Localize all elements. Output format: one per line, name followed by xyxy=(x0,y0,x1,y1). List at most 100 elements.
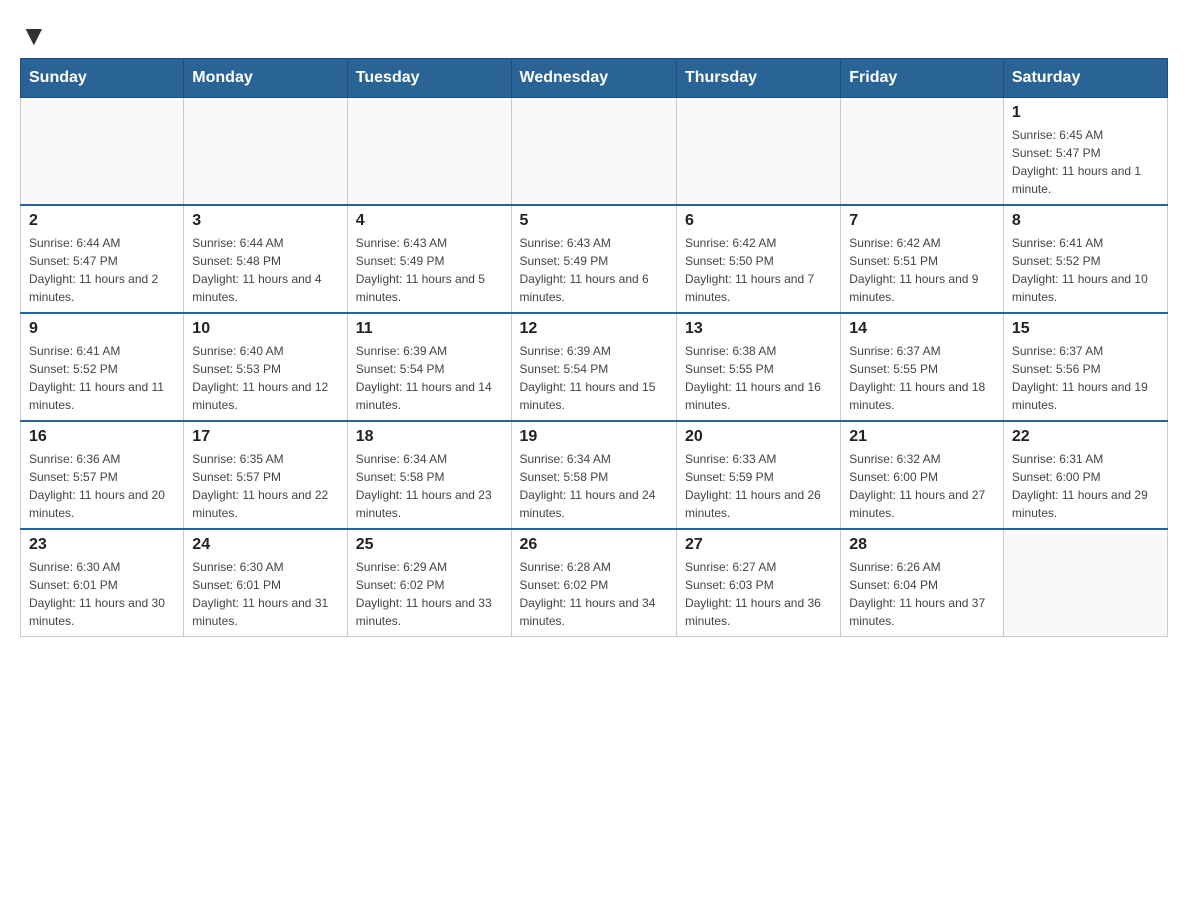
day-info: Sunrise: 6:39 AMSunset: 5:54 PMDaylight:… xyxy=(356,342,503,414)
calendar-cell xyxy=(1003,529,1167,637)
day-number: 14 xyxy=(849,320,995,338)
day-info: Sunrise: 6:37 AMSunset: 5:56 PMDaylight:… xyxy=(1012,342,1159,414)
day-info: Sunrise: 6:28 AMSunset: 6:02 PMDaylight:… xyxy=(520,558,668,630)
calendar-cell: 15 Sunrise: 6:37 AMSunset: 5:56 PMDayligh… xyxy=(1003,313,1167,421)
day-info: Sunrise: 6:36 AMSunset: 5:57 PMDaylight:… xyxy=(29,450,175,522)
calendar-cell: 20 Sunrise: 6:33 AMSunset: 5:59 PMDayligh… xyxy=(676,421,840,529)
calendar-cell: 26 Sunrise: 6:28 AMSunset: 6:02 PMDayligh… xyxy=(511,529,676,637)
day-number: 8 xyxy=(1012,212,1159,230)
calendar-header-row: SundayMondayTuesdayWednesdayThursdayFrid… xyxy=(21,59,1168,98)
day-number: 13 xyxy=(685,320,832,338)
calendar-cell: 3 Sunrise: 6:44 AMSunset: 5:48 PMDaylight… xyxy=(184,205,347,313)
calendar-cell: 7 Sunrise: 6:42 AMSunset: 5:51 PMDaylight… xyxy=(841,205,1004,313)
day-info: Sunrise: 6:41 AMSunset: 5:52 PMDaylight:… xyxy=(1012,234,1159,306)
weekday-header-friday: Friday xyxy=(841,59,1004,98)
day-number: 28 xyxy=(849,536,995,554)
day-info: Sunrise: 6:44 AMSunset: 5:48 PMDaylight:… xyxy=(192,234,338,306)
calendar-cell: 18Sunrise: 6:34 AMSunset: 5:58 PMDayligh… xyxy=(347,421,511,529)
day-info: Sunrise: 6:45 AMSunset: 5:47 PMDaylight:… xyxy=(1012,126,1159,198)
day-number: 24 xyxy=(192,536,338,554)
day-info: Sunrise: 6:27 AMSunset: 6:03 PMDaylight:… xyxy=(685,558,832,630)
weekday-header-wednesday: Wednesday xyxy=(511,59,676,98)
calendar-cell: 5 Sunrise: 6:43 AMSunset: 5:49 PMDaylight… xyxy=(511,205,676,313)
day-number: 6 xyxy=(685,212,832,230)
calendar-cell: 2 Sunrise: 6:44 AMSunset: 5:47 PMDaylight… xyxy=(21,205,184,313)
calendar-cell: 17Sunrise: 6:35 AMSunset: 5:57 PMDayligh… xyxy=(184,421,347,529)
day-info: Sunrise: 6:32 AMSunset: 6:00 PMDaylight:… xyxy=(849,450,995,522)
day-info: Sunrise: 6:43 AMSunset: 5:49 PMDaylight:… xyxy=(356,234,503,306)
weekday-header-monday: Monday xyxy=(184,59,347,98)
calendar-cell: 23 Sunrise: 6:30 AMSunset: 6:01 PMDayligh… xyxy=(21,529,184,637)
day-info: Sunrise: 6:43 AMSunset: 5:49 PMDaylight:… xyxy=(520,234,668,306)
calendar-week-4: 16 Sunrise: 6:36 AMSunset: 5:57 PMDayligh… xyxy=(21,421,1168,529)
calendar-cell xyxy=(347,98,511,206)
day-number: 26 xyxy=(520,536,668,554)
calendar-cell: 21 Sunrise: 6:32 AMSunset: 6:00 PMDayligh… xyxy=(841,421,1004,529)
weekday-header-thursday: Thursday xyxy=(676,59,840,98)
calendar-cell: 12Sunrise: 6:39 AMSunset: 5:54 PMDayligh… xyxy=(511,313,676,421)
day-info: Sunrise: 6:34 AMSunset: 5:58 PMDaylight:… xyxy=(520,450,668,522)
weekday-header-tuesday: Tuesday xyxy=(347,59,511,98)
day-info: Sunrise: 6:42 AMSunset: 5:51 PMDaylight:… xyxy=(849,234,995,306)
weekday-header-saturday: Saturday xyxy=(1003,59,1167,98)
calendar-cell: 22 Sunrise: 6:31 AMSunset: 6:00 PMDayligh… xyxy=(1003,421,1167,529)
calendar-cell: 6 Sunrise: 6:42 AMSunset: 5:50 PMDaylight… xyxy=(676,205,840,313)
day-info: Sunrise: 6:37 AMSunset: 5:55 PMDaylight:… xyxy=(849,342,995,414)
weekday-header-sunday: Sunday xyxy=(21,59,184,98)
calendar-cell: 25Sunrise: 6:29 AMSunset: 6:02 PMDayligh… xyxy=(347,529,511,637)
calendar-cell: 27 Sunrise: 6:27 AMSunset: 6:03 PMDayligh… xyxy=(676,529,840,637)
day-number: 23 xyxy=(29,536,175,554)
day-number: 2 xyxy=(29,212,175,230)
day-info: Sunrise: 6:26 AMSunset: 6:04 PMDaylight:… xyxy=(849,558,995,630)
calendar-cell: 16 Sunrise: 6:36 AMSunset: 5:57 PMDayligh… xyxy=(21,421,184,529)
day-info: Sunrise: 6:31 AMSunset: 6:00 PMDaylight:… xyxy=(1012,450,1159,522)
calendar-cell xyxy=(511,98,676,206)
page-header: ▼ xyxy=(20,20,1168,48)
day-info: Sunrise: 6:35 AMSunset: 5:57 PMDaylight:… xyxy=(192,450,338,522)
day-number: 11 xyxy=(356,320,503,338)
calendar-cell: 28 Sunrise: 6:26 AMSunset: 6:04 PMDayligh… xyxy=(841,529,1004,637)
day-info: Sunrise: 6:29 AMSunset: 6:02 PMDaylight:… xyxy=(356,558,503,630)
day-number: 3 xyxy=(192,212,338,230)
day-info: Sunrise: 6:33 AMSunset: 5:59 PMDaylight:… xyxy=(685,450,832,522)
calendar-cell: 8 Sunrise: 6:41 AMSunset: 5:52 PMDaylight… xyxy=(1003,205,1167,313)
calendar-cell: 19 Sunrise: 6:34 AMSunset: 5:58 PMDayligh… xyxy=(511,421,676,529)
calendar-week-2: 2 Sunrise: 6:44 AMSunset: 5:47 PMDaylight… xyxy=(21,205,1168,313)
calendar-cell: 11 Sunrise: 6:39 AMSunset: 5:54 PMDayligh… xyxy=(347,313,511,421)
calendar-cell xyxy=(21,98,184,206)
day-number: 5 xyxy=(520,212,668,230)
calendar-week-1: 1 Sunrise: 6:45 AMSunset: 5:47 PMDaylight… xyxy=(21,98,1168,206)
day-number: 22 xyxy=(1012,428,1159,446)
calendar-cell: 10 Sunrise: 6:40 AMSunset: 5:53 PMDayligh… xyxy=(184,313,347,421)
day-number: 19 xyxy=(520,428,668,446)
calendar-cell: 1 Sunrise: 6:45 AMSunset: 5:47 PMDaylight… xyxy=(1003,98,1167,206)
day-number: 12 xyxy=(520,320,668,338)
day-number: 7 xyxy=(849,212,995,230)
day-info: Sunrise: 6:30 AMSunset: 6:01 PMDaylight:… xyxy=(29,558,175,630)
day-number: 18 xyxy=(356,428,503,446)
day-number: 21 xyxy=(849,428,995,446)
logo: ▼ xyxy=(20,20,47,48)
calendar-cell: 13 Sunrise: 6:38 AMSunset: 5:55 PMDayligh… xyxy=(676,313,840,421)
calendar-cell xyxy=(184,98,347,206)
calendar-week-3: 9 Sunrise: 6:41 AMSunset: 5:52 PMDaylight… xyxy=(21,313,1168,421)
day-info: Sunrise: 6:42 AMSunset: 5:50 PMDaylight:… xyxy=(685,234,832,306)
day-number: 10 xyxy=(192,320,338,338)
calendar-cell: 4 Sunrise: 6:43 AMSunset: 5:49 PMDaylight… xyxy=(347,205,511,313)
day-number: 15 xyxy=(1012,320,1159,338)
calendar-table: SundayMondayTuesdayWednesdayThursdayFrid… xyxy=(20,58,1168,637)
calendar-cell: 9 Sunrise: 6:41 AMSunset: 5:52 PMDaylight… xyxy=(21,313,184,421)
day-number: 1 xyxy=(1012,104,1159,122)
day-info: Sunrise: 6:30 AMSunset: 6:01 PMDaylight:… xyxy=(192,558,338,630)
day-number: 16 xyxy=(29,428,175,446)
day-info: Sunrise: 6:44 AMSunset: 5:47 PMDaylight:… xyxy=(29,234,175,306)
day-info: Sunrise: 6:40 AMSunset: 5:53 PMDaylight:… xyxy=(192,342,338,414)
day-number: 4 xyxy=(356,212,503,230)
day-info: Sunrise: 6:41 AMSunset: 5:52 PMDaylight:… xyxy=(29,342,175,414)
day-number: 27 xyxy=(685,536,832,554)
day-number: 20 xyxy=(685,428,832,446)
day-number: 9 xyxy=(29,320,175,338)
calendar-cell: 14 Sunrise: 6:37 AMSunset: 5:55 PMDayligh… xyxy=(841,313,1004,421)
calendar-cell xyxy=(676,98,840,206)
day-info: Sunrise: 6:38 AMSunset: 5:55 PMDaylight:… xyxy=(685,342,832,414)
